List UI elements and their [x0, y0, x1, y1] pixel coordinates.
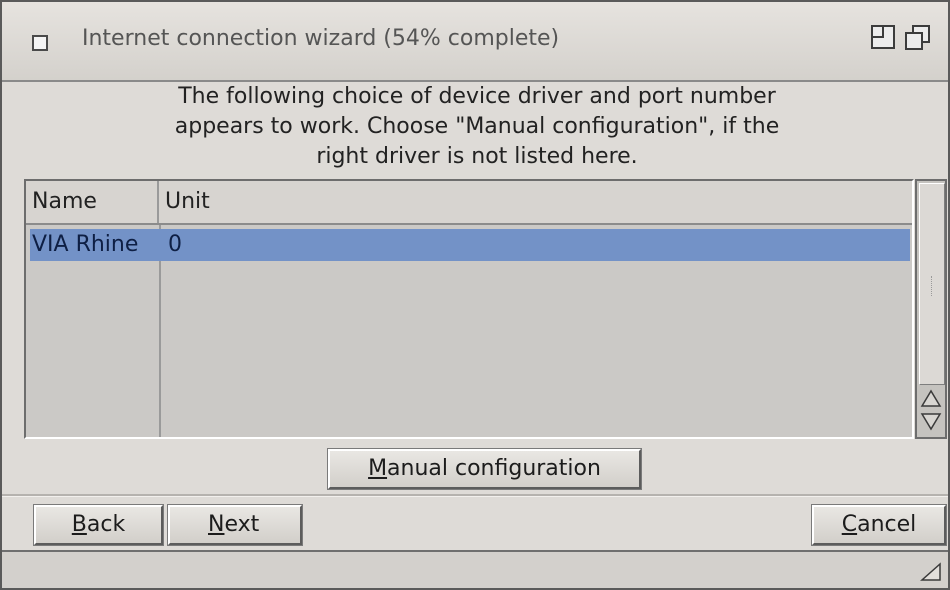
mnemonic: M: [368, 456, 388, 481]
arrow-up-icon[interactable]: [919, 387, 943, 409]
depth-icon[interactable]: [904, 24, 932, 52]
column-header-unit[interactable]: Unit: [159, 181, 912, 223]
next-button[interactable]: Next: [167, 504, 303, 546]
window-title: Internet connection wizard (54% complete…: [82, 26, 560, 51]
cell-unit: 0: [168, 232, 182, 257]
resize-grip-icon[interactable]: [920, 562, 942, 582]
button-label: ancel: [857, 512, 917, 537]
mnemonic: N: [208, 512, 225, 537]
manual-configuration-button[interactable]: Manual configuration: [327, 448, 642, 490]
button-label: anual configuration: [387, 456, 601, 481]
driver-list[interactable]: Name Unit VIA Rhine 0: [24, 179, 914, 439]
cancel-button[interactable]: Cancel: [811, 504, 947, 546]
vertical-scrollbar[interactable]: [915, 179, 947, 439]
list-row-selected[interactable]: VIA Rhine 0: [30, 229, 910, 261]
cell-name: VIA Rhine: [32, 232, 139, 257]
instruction-line: The following choice of device driver an…: [178, 84, 776, 109]
list-header: Name Unit: [26, 181, 912, 225]
instruction-text: The following choice of device driver an…: [62, 82, 892, 177]
scroll-grip: [931, 276, 935, 296]
separator: [2, 494, 948, 497]
title-bar[interactable]: Internet connection wizard (54% complete…: [2, 2, 948, 82]
zoom-icon[interactable]: [870, 24, 898, 52]
arrow-down-icon[interactable]: [919, 411, 943, 433]
column-header-name[interactable]: Name: [26, 181, 159, 223]
scroll-thumb[interactable]: [919, 183, 945, 385]
button-label: ext: [224, 512, 260, 537]
back-button[interactable]: Back: [33, 504, 164, 546]
status-bar: [2, 550, 948, 588]
instruction-line: appears to work. Choose "Manual configur…: [174, 114, 780, 139]
mnemonic: C: [841, 512, 858, 537]
mnemonic: B: [71, 512, 87, 537]
button-label: ack: [86, 512, 126, 537]
close-box-icon[interactable]: [32, 35, 48, 51]
instruction-line: right driver is not listed here.: [316, 144, 638, 169]
wizard-window: Internet connection wizard (54% complete…: [0, 0, 950, 590]
